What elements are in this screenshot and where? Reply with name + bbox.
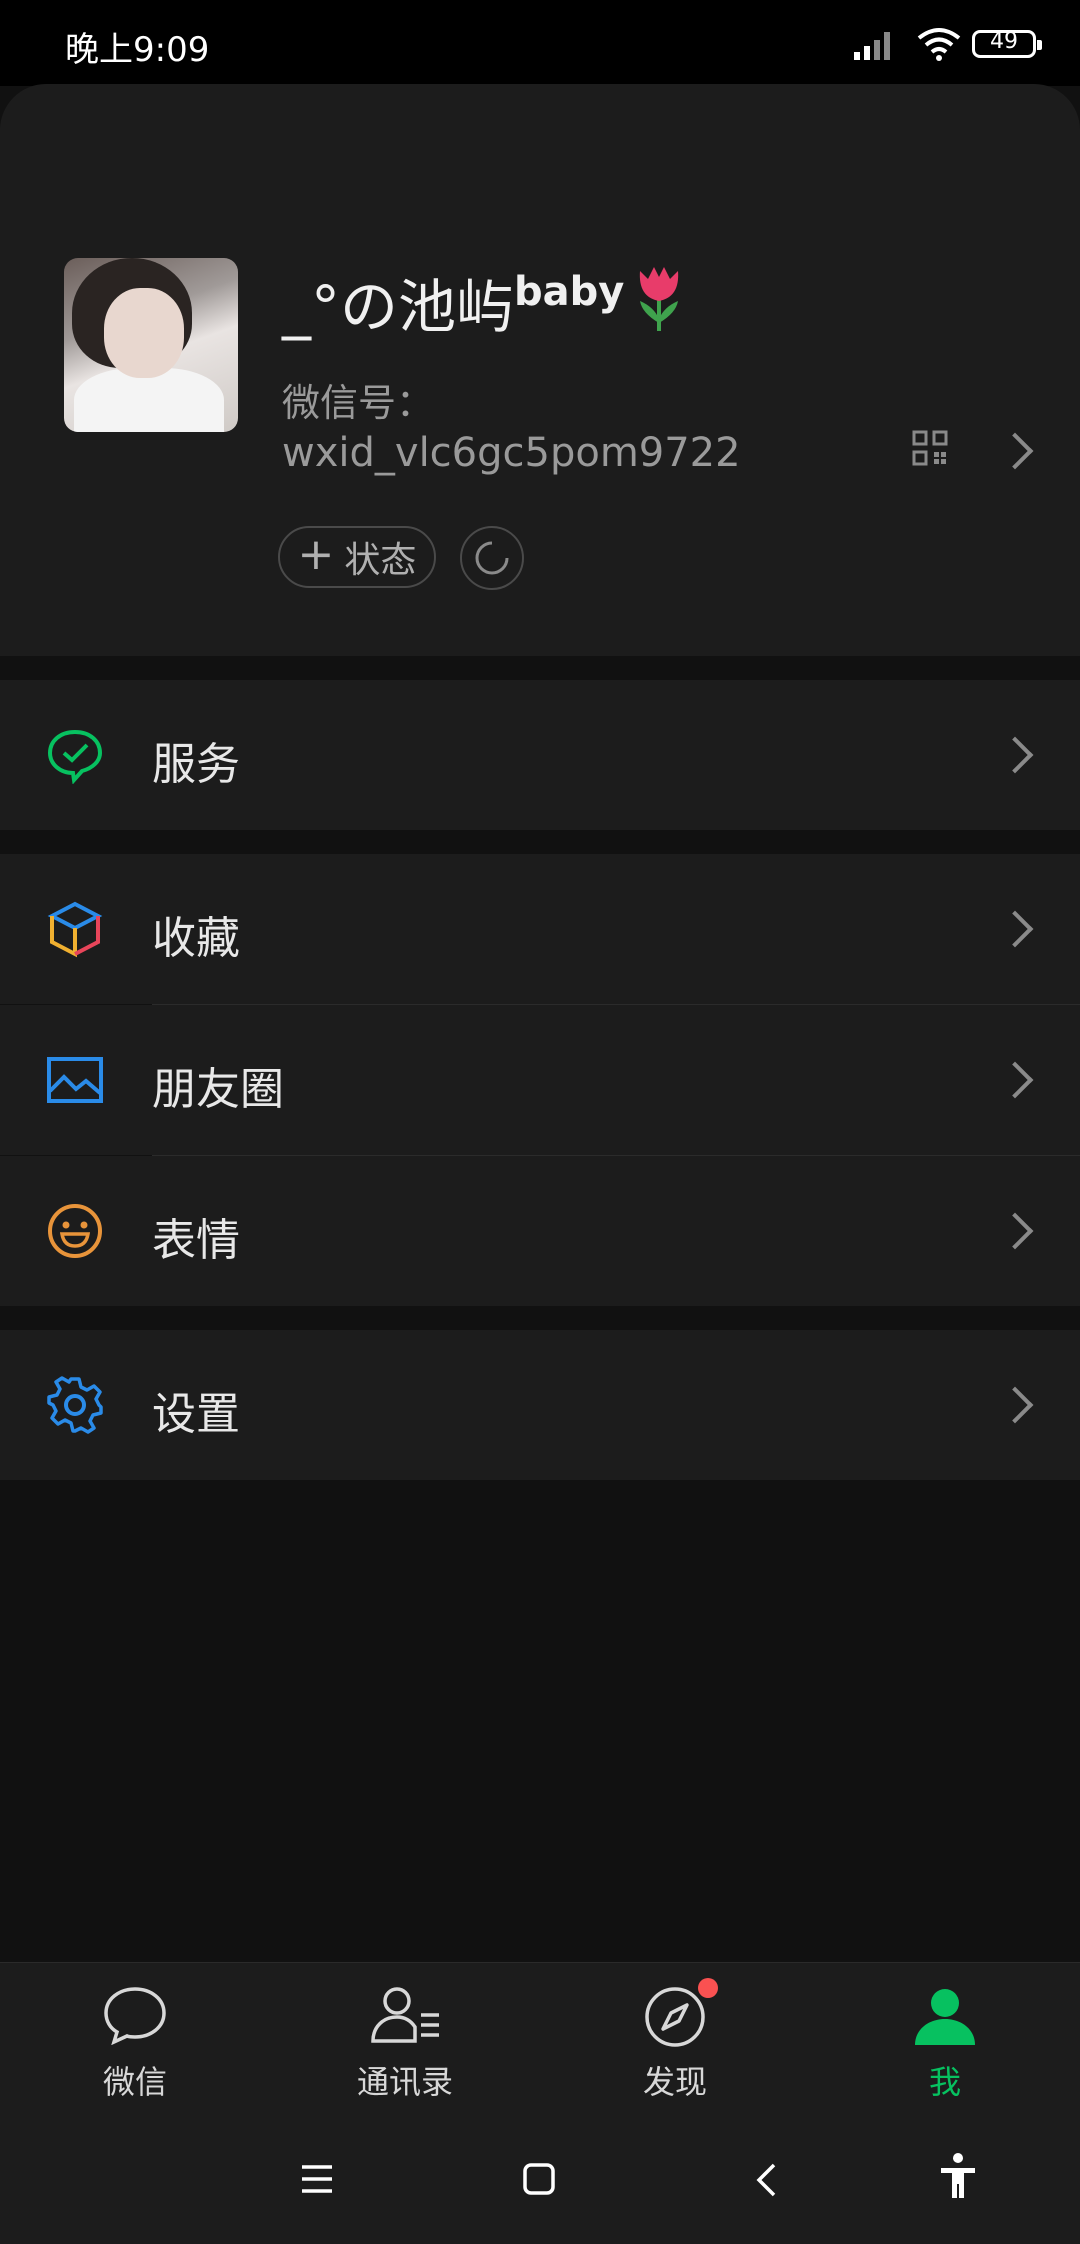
settings-label: 设置 — [152, 1389, 240, 1440]
menu-item-stickers[interactable]: 表情 — [0, 1156, 1080, 1306]
tab-me-label: 我 — [928, 2063, 961, 2101]
clock: 晚上9:09 — [65, 30, 210, 70]
tab-discover[interactable]: 发现 — [540, 1963, 810, 2123]
stickers-smiley-icon — [48, 1204, 102, 1258]
home-icon[interactable] — [522, 2162, 556, 2196]
status-bar: 晚上9:09 49 — [0, 0, 1080, 86]
settings-gear-icon — [47, 1376, 103, 1434]
stickers-label: 表情 — [152, 1215, 240, 1266]
menu-item-favorites[interactable]: 收藏 — [0, 854, 1080, 1004]
user-icon — [915, 1989, 975, 2045]
signal-icon — [854, 32, 890, 60]
menu-icon[interactable] — [300, 2164, 334, 2194]
moments-image-icon — [47, 1057, 103, 1103]
battery-icon: 49 — [972, 29, 1042, 58]
moments-label: 朋友圈 — [152, 1064, 284, 1115]
services-icon — [47, 729, 103, 784]
notification-dot — [698, 1978, 718, 1998]
status-circle-button[interactable] — [460, 526, 524, 590]
chevron-right-icon — [996, 1386, 1034, 1424]
chevron-right-icon — [996, 1212, 1034, 1250]
battery-level: 49 — [990, 29, 1018, 54]
chat-bubble-icon — [104, 1987, 166, 2045]
chevron-right-icon — [996, 910, 1034, 948]
services-label: 服务 — [152, 739, 240, 790]
avatar[interactable] — [64, 258, 238, 432]
tab-chats[interactable]: 微信 — [0, 1963, 270, 2123]
menu-item-services[interactable]: 服务 — [0, 680, 1080, 830]
system-nav-bar — [0, 2122, 1080, 2244]
contacts-icon — [371, 1987, 439, 2043]
plus-icon: + — [297, 529, 335, 580]
tab-discover-label: 发现 — [642, 2063, 707, 2101]
back-icon[interactable] — [754, 2162, 778, 2198]
favorites-label: 收藏 — [152, 913, 240, 964]
wechat-id-label: 微信号： — [282, 381, 435, 425]
tab-me[interactable]: 我 — [810, 1963, 1080, 2123]
add-status-button[interactable]: + 状态 — [278, 526, 436, 588]
qr-code-icon[interactable] — [912, 430, 948, 466]
menu-item-settings[interactable]: 设置 — [0, 1330, 1080, 1480]
status-button-label: 状态 — [344, 540, 417, 581]
compass-icon — [645, 1987, 705, 2047]
menu-item-moments[interactable]: 朋友圈 — [0, 1005, 1080, 1155]
tab-contacts-label: 通讯录 — [356, 2063, 453, 2101]
favorites-cube-icon — [47, 901, 103, 958]
tulip-icon — [640, 267, 679, 331]
chevron-right-icon — [996, 1061, 1034, 1099]
nickname-text: _°の池屿 — [282, 273, 515, 341]
chevron-right-icon — [996, 736, 1034, 774]
wifi-icon — [917, 28, 961, 61]
nickname-sup: baby — [514, 269, 625, 315]
tab-contacts[interactable]: 通讯录 — [270, 1963, 540, 2123]
nickname: _°の池屿baby — [282, 260, 688, 344]
refresh-ring-icon — [475, 541, 509, 575]
accessibility-icon[interactable] — [938, 2152, 978, 2200]
wechat-id: wxid_vlc6gc5pom9722 — [282, 430, 741, 476]
tab-chats-label: 微信 — [102, 2063, 167, 2101]
bottom-tab-bar: 微信 通讯录 发现 我 — [0, 1962, 1080, 2123]
